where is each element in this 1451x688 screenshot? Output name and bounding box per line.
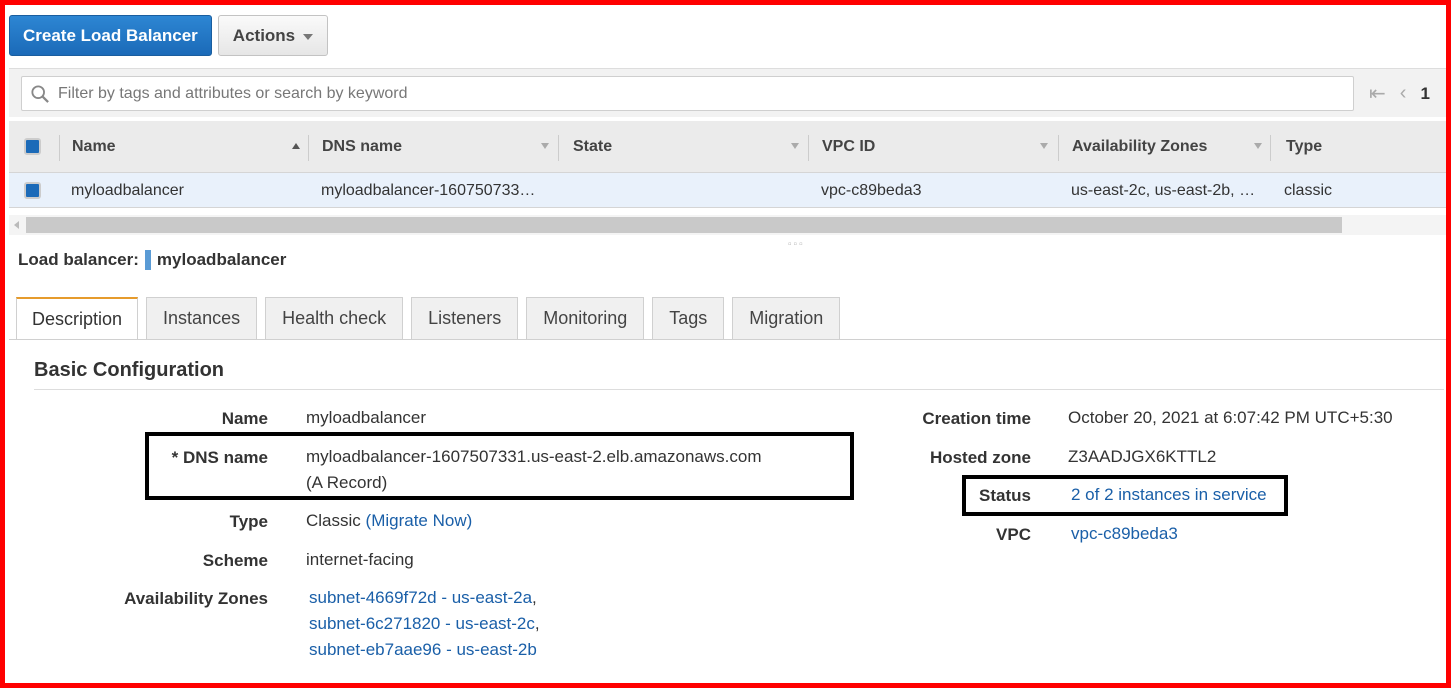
tab-migration[interactable]: Migration xyxy=(732,297,841,339)
column-header-availability-zones[interactable]: Availability Zones xyxy=(1072,121,1270,173)
detail-tabs: Description Instances Health check Liste… xyxy=(16,297,841,340)
tab-listeners[interactable]: Listeners xyxy=(411,297,519,339)
column-header-vpc-id[interactable]: VPC ID xyxy=(822,121,1058,173)
cell-state xyxy=(572,173,802,208)
tab-description[interactable]: Description xyxy=(16,297,139,340)
dns-record-type: (A Record) xyxy=(306,473,388,492)
dns-name-key: * DNS name xyxy=(171,448,268,467)
sort-toggle-icon xyxy=(541,143,549,149)
scheme-key: Scheme xyxy=(202,551,268,570)
column-separator xyxy=(558,135,559,161)
horizontal-scrollbar[interactable] xyxy=(9,215,1446,235)
table-row[interactable]: myloadbalancer myloadbalancer-160750733…… xyxy=(9,173,1446,208)
previous-page-icon[interactable]: ‹ xyxy=(1400,82,1407,105)
migrate-now-link[interactable]: (Migrate Now) xyxy=(366,511,473,530)
column-header-label: DNS name xyxy=(322,138,403,155)
sort-toggle-icon xyxy=(791,143,799,149)
subnet-link[interactable]: subnet-eb7aae96 xyxy=(309,640,441,659)
tab-monitoring[interactable]: Monitoring xyxy=(526,297,645,339)
dns-name-line: myloadbalancer-1607507331.us-east-2.elb.… xyxy=(306,447,762,466)
tab-tags[interactable]: Tags xyxy=(652,297,725,339)
hosted-zone-value: Z3AADJGX6KTTL2 xyxy=(1068,447,1217,466)
zone-link[interactable]: us-east-2a xyxy=(452,588,532,607)
selected-load-balancer-name: myloadbalancer xyxy=(156,250,287,269)
separator: , xyxy=(534,614,540,633)
hosted-zone-key: Hosted zone xyxy=(929,448,1031,467)
filter-bar: ⇤ ‹ 1 xyxy=(9,68,1446,117)
subnet-link[interactable]: subnet-4669f72d xyxy=(309,588,437,607)
scroll-left-icon[interactable] xyxy=(14,221,19,229)
accent-bar xyxy=(144,250,151,270)
list-item: subnet-6c271820 - us-east-2c, xyxy=(309,614,540,633)
first-page-icon[interactable]: ⇤ xyxy=(1369,81,1386,106)
dns-name-value: myloadbalancer-1607507331.us-east-2.elb.… xyxy=(306,444,762,496)
column-header-label: Availability Zones xyxy=(1072,138,1208,155)
zone-link[interactable]: us-east-2b xyxy=(456,640,536,659)
cell-name: myloadbalancer xyxy=(71,182,184,199)
column-header-state[interactable]: State xyxy=(573,121,808,173)
zone-link[interactable]: us-east-2c xyxy=(456,614,535,633)
selected-load-balancer-heading: Load balancer: myloadbalancer xyxy=(18,250,286,270)
cell-vpc-id: vpc-c89beda3 xyxy=(821,182,922,199)
create-load-balancer-button[interactable]: Create Load Balancer xyxy=(9,15,212,56)
column-separator xyxy=(308,135,309,161)
type-value: Classic xyxy=(306,511,361,530)
scrollbar-thumb[interactable] xyxy=(26,217,1342,233)
name-key: Name xyxy=(221,409,268,428)
actions-dropdown-button[interactable]: Actions xyxy=(217,15,329,56)
list-item: subnet-4669f72d - us-east-2a, xyxy=(309,588,537,607)
name-value: myloadbalancer xyxy=(306,408,427,427)
section-divider xyxy=(34,389,1444,390)
table-header: Name DNS name State VPC ID Availability … xyxy=(9,121,1446,173)
scheme-value: internet-facing xyxy=(306,550,414,569)
tab-instances[interactable]: Instances xyxy=(146,297,258,339)
status-link[interactable]: 2 of 2 instances in service xyxy=(1071,482,1267,508)
type-value-row: Classic (Migrate Now) xyxy=(306,508,472,534)
toolbar: Create Load Balancer Actions xyxy=(9,15,329,57)
search-input[interactable] xyxy=(58,77,1338,110)
vpc-key: VPC xyxy=(996,525,1031,544)
pagination: ⇤ ‹ 1 xyxy=(1369,81,1430,106)
cell-availability-zones: us-east-2c, us-east-2b, … xyxy=(1071,182,1256,199)
column-header-label: Name xyxy=(72,138,116,155)
cell-dns-name: myloadbalancer-160750733… xyxy=(321,182,536,199)
list-item: subnet-eb7aae96 - us-east-2b xyxy=(309,640,537,659)
sort-ascending-icon xyxy=(292,143,300,149)
resize-handle-icon[interactable]: ▫▫▫ xyxy=(788,239,805,250)
availability-zones-list: subnet-4669f72d - us-east-2a, subnet-6c2… xyxy=(309,585,540,663)
type-key: Type xyxy=(229,512,268,531)
tab-health-check[interactable]: Health check xyxy=(265,297,404,339)
actions-label: Actions xyxy=(232,26,296,45)
column-header-label: State xyxy=(573,138,613,155)
subnet-link[interactable]: subnet-6c271820 xyxy=(309,614,440,633)
row-checkbox[interactable] xyxy=(24,182,41,199)
tab-divider xyxy=(9,339,1446,340)
availability-zones-key: Availability Zones xyxy=(124,589,268,608)
column-separator xyxy=(1058,135,1059,161)
column-separator xyxy=(59,135,60,161)
column-header-label: Type xyxy=(1286,138,1323,155)
page-number: 1 xyxy=(1420,83,1430,103)
search-icon xyxy=(31,85,49,103)
selected-label: Load balancer: xyxy=(18,250,139,269)
column-separator xyxy=(808,135,809,161)
status-key: Status xyxy=(979,486,1031,505)
column-separator xyxy=(1270,135,1271,161)
chevron-down-icon xyxy=(303,33,314,40)
cell-type: classic xyxy=(1284,182,1333,199)
sort-toggle-icon xyxy=(1254,143,1262,149)
column-header-label: VPC ID xyxy=(822,138,876,155)
column-header-type[interactable]: Type xyxy=(1286,121,1436,173)
section-title: Basic Configuration xyxy=(34,359,225,381)
creation-time-value: October 20, 2021 at 6:07:42 PM UTC+5:30 xyxy=(1068,408,1393,427)
column-header-dns-name[interactable]: DNS name xyxy=(322,121,558,173)
search-box[interactable] xyxy=(21,76,1354,111)
separator: , xyxy=(532,588,537,607)
column-header-name[interactable]: Name xyxy=(72,121,308,173)
creation-time-key: Creation time xyxy=(922,409,1031,428)
sort-toggle-icon xyxy=(1040,143,1048,149)
vpc-link[interactable]: vpc-c89beda3 xyxy=(1071,521,1178,547)
select-all-checkbox[interactable] xyxy=(24,138,41,155)
